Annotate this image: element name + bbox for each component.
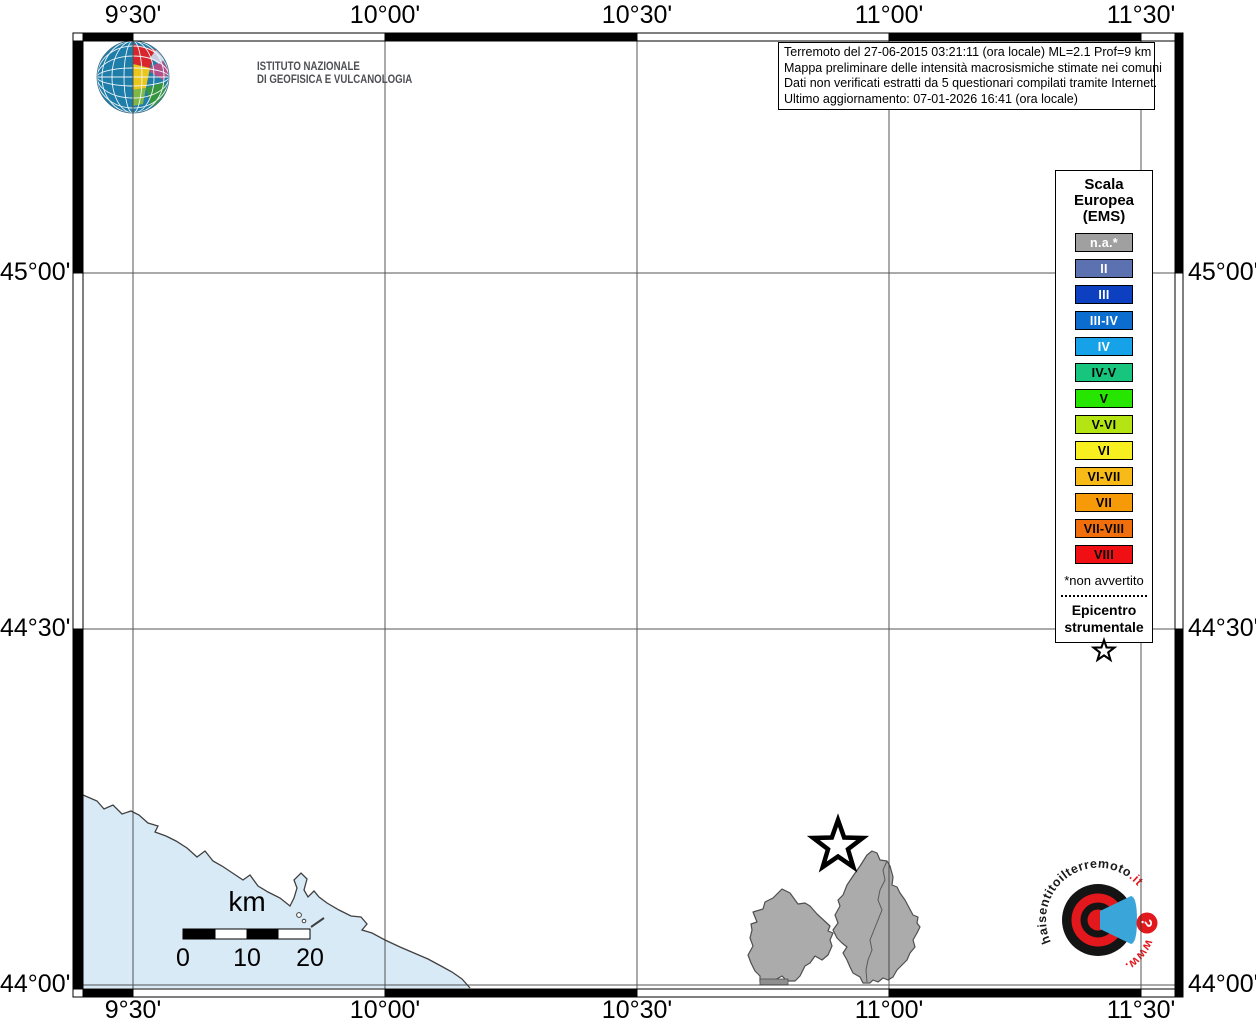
macroseismic-map: ? haisentitoilterremoto.it www. 9°30' 10… — [0, 0, 1256, 1024]
scale-bar-tick-0: 0 — [176, 944, 190, 972]
legend-item-label: V — [1099, 391, 1109, 406]
ingv-wordmark: ISTITUTO NAZIONALE DI GEOFISICA E VULCAN… — [257, 61, 412, 87]
legend-divider — [1061, 595, 1147, 597]
scale-bar — [182, 928, 311, 940]
legend-item-label: VIII — [1094, 547, 1114, 562]
map-frame — [72, 32, 1184, 998]
legend-epicenter-line1: Epicentro — [1071, 602, 1137, 618]
municipality-sliver — [759, 978, 789, 986]
event-info-box: Terremoto del 27-06-2015 03:21:11 (ora l… — [778, 42, 1162, 110]
island — [296, 912, 302, 918]
legend-footnote: *non avvertito — [1064, 573, 1144, 588]
legend-item-vi: VI — [1075, 441, 1133, 460]
event-info-line3: Dati non verificati estratti da 5 questi… — [784, 76, 1158, 90]
municipality-polygon — [747, 888, 834, 983]
legend-item-iv: IV — [1075, 337, 1133, 356]
legend-item-vii: VII — [1075, 493, 1133, 512]
scale-bar-unit: km — [228, 886, 266, 917]
legend-item-label: VII — [1095, 495, 1113, 510]
legend-item-v: V — [1075, 389, 1133, 408]
event-info-line4: Ultimo aggiornamento: 07-01-2026 16:41 (… — [784, 91, 1078, 106]
ingv-org-line1: ISTITUTO NAZIONALE — [257, 61, 360, 73]
scale-bar-tick-10: 10 — [233, 944, 261, 972]
legend-title-line1: Scala — [1084, 176, 1124, 193]
legend-item-label: VI — [1097, 443, 1111, 458]
grid-lines — [83, 41, 1175, 989]
legend-item-ii: II — [1075, 259, 1133, 278]
event-info-line1: Terremoto del 27-06-2015 03:21:11 (ora l… — [784, 45, 1152, 59]
legend-item-v-vi: V-VI — [1075, 415, 1133, 434]
legend-item-label: VI-VII — [1087, 469, 1121, 484]
legend-title-line3: (EMS) — [1082, 208, 1126, 225]
legend-item-na: n.a.* — [1075, 233, 1133, 252]
legend-title-line2: Europea — [1073, 192, 1134, 209]
legend-item-vi-vii: VI-VII — [1075, 467, 1133, 486]
legend-item-label: IV — [1097, 339, 1111, 354]
legend-item-iii-iv: III-IV — [1075, 311, 1133, 330]
legend-title: Scala Europea (EMS) — [1056, 177, 1152, 225]
ingv-org-line2: DI GEOFISICA E VULCANOLOGIA — [257, 74, 413, 86]
legend-item-vii-viii: VII-VIII — [1075, 519, 1133, 538]
watermark-logo-icon: ? haisentitoilterremoto.it www. — [1035, 856, 1158, 974]
epicenter-star-icon — [806, 813, 870, 873]
island — [301, 918, 307, 924]
legend-item-label: IV-V — [1091, 365, 1117, 380]
legend-item-viii: VIII — [1075, 545, 1133, 564]
epicenter-star-legend-icon — [1090, 636, 1118, 663]
legend-items: n.a.* II III III-IV IV IV-V V V-VI VI VI… — [1056, 233, 1152, 564]
legend-item-label: VII-VIII — [1083, 521, 1125, 536]
legend-epicenter-line2: strumentale — [1064, 619, 1144, 635]
legend-item-label: II — [1100, 261, 1108, 276]
legend-epicenter-title: Epicentro strumentale — [1056, 602, 1152, 636]
municipality-polygon — [832, 850, 921, 984]
legend-item-label: III-IV — [1089, 313, 1119, 328]
legend-star — [1056, 636, 1152, 670]
legend-item-label: n.a.* — [1090, 235, 1118, 250]
legend-panel: Scala Europea (EMS) n.a.* II III III-IV … — [1055, 170, 1153, 663]
event-info-line2: Mappa preliminare delle intensità macros… — [784, 60, 1162, 75]
legend-item-iv-v: IV-V — [1075, 363, 1133, 382]
legend-item-iii: III — [1075, 285, 1133, 304]
scale-bar-tick-20: 20 — [296, 944, 324, 972]
legend-item-label: V-VI — [1091, 417, 1117, 432]
legend-item-label: III — [1098, 287, 1110, 302]
